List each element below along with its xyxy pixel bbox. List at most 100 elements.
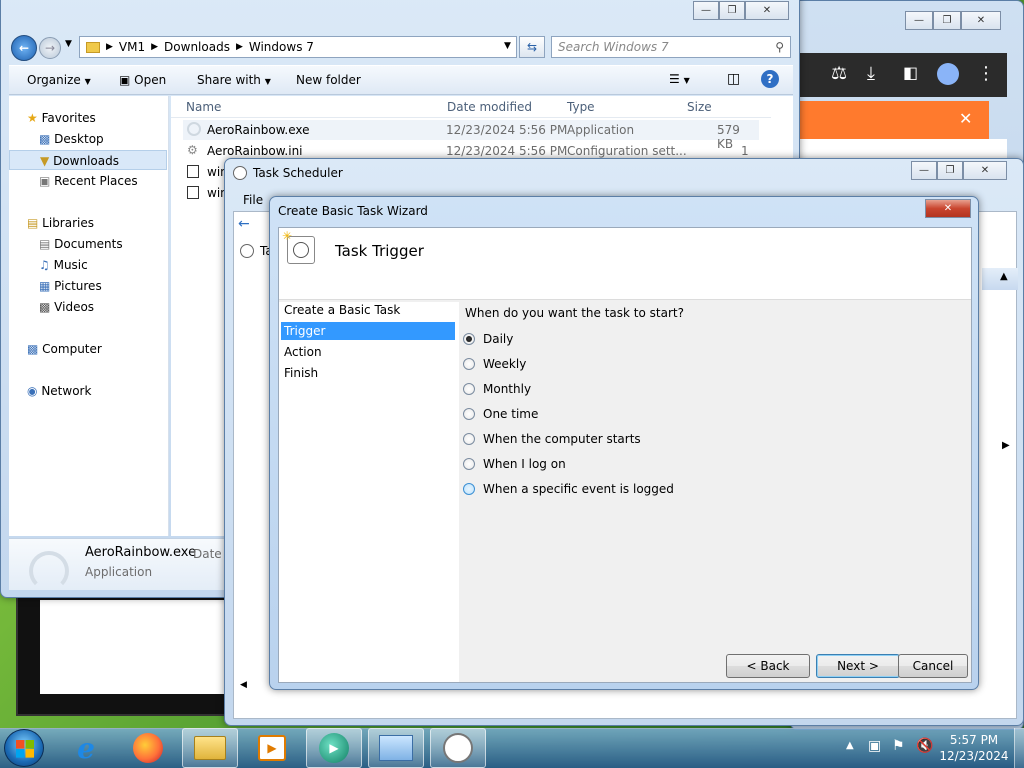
nav-computer[interactable]: ▩ Computer (27, 339, 102, 359)
option-computer-starts[interactable]: When the computer starts (463, 432, 641, 446)
nav-recent-places[interactable]: ▣ Recent Places (39, 171, 138, 191)
firefox-icon[interactable] (120, 728, 176, 768)
column-date-modified[interactable]: Date modified (447, 100, 532, 114)
browser-maximize-button[interactable]: ❐ (933, 11, 961, 30)
collapse-icon[interactable]: ▲ (1000, 271, 1008, 282)
nav-network[interactable]: ◉ Network (27, 381, 91, 401)
step-action: Action (284, 345, 322, 359)
profile-icon[interactable] (937, 63, 959, 85)
history-chevron-icon[interactable]: ▼ (65, 39, 72, 49)
wizard-close-button[interactable]: ✕ (925, 199, 971, 218)
radio-computer-starts[interactable] (463, 433, 475, 445)
option-event-logged[interactable]: When a specific event is logged (463, 482, 674, 496)
nav-label: Music (53, 258, 88, 272)
share-with-button[interactable]: Share with ▼ (197, 73, 271, 87)
column-type[interactable]: Type (567, 100, 595, 114)
nav-pictures[interactable]: ▦ Pictures (39, 276, 102, 296)
nav-label: Favorites (41, 111, 96, 125)
breadcrumb-downloads[interactable]: Downloads (164, 40, 230, 54)
new-folder-button[interactable]: New folder (296, 73, 361, 87)
explorer-close-button[interactable]: ✕ (745, 1, 789, 20)
task-scheduler-title: Task Scheduler (253, 166, 343, 180)
forward-button[interactable]: → (39, 37, 61, 59)
flask-icon[interactable]: ⚖ (831, 63, 847, 84)
option-weekly[interactable]: Weekly (463, 357, 526, 371)
browser-toolbar: ⚖ ⤓ ◧ ⋮ (791, 53, 1007, 97)
radio-weekly[interactable] (463, 358, 475, 370)
nav-desktop[interactable]: ▩ Desktop (39, 129, 104, 149)
nav-label: Videos (54, 300, 95, 314)
control-panel-icon[interactable] (368, 728, 424, 768)
breadcrumb-vm1[interactable]: VM1 (119, 40, 145, 54)
column-name[interactable]: Name (186, 100, 221, 114)
view-options-icon[interactable]: ☰ ▼ (669, 72, 690, 86)
nav-music[interactable]: ♫ Music (39, 255, 88, 275)
radio-monthly[interactable] (463, 383, 475, 395)
cancel-button[interactable]: Cancel (898, 654, 968, 678)
address-bar[interactable]: ▶ VM1 ▶ Downloads ▶ Windows 7 ▼ (79, 36, 517, 58)
action-center-icon[interactable]: ⚑ (892, 738, 905, 754)
address-dropdown-icon[interactable]: ▼ (504, 41, 511, 51)
banner-close-icon[interactable]: ✕ (959, 109, 972, 128)
back-button[interactable]: ← (11, 35, 37, 61)
ts-back-icon[interactable]: ← (238, 216, 250, 232)
show-hidden-icons-icon[interactable]: ▲ (846, 740, 854, 751)
refresh-button[interactable]: ⇆ (519, 36, 545, 58)
search-input[interactable]: Search Windows 7 ⚲ (551, 36, 791, 58)
step-trigger: Trigger (281, 322, 455, 340)
back-button[interactable]: < Back (726, 654, 810, 678)
media-player-icon[interactable]: ▶ (244, 728, 300, 768)
preview-pane-icon[interactable]: ◫ (727, 71, 740, 87)
ie-icon[interactable]: e (58, 728, 114, 768)
next-button[interactable]: Next > (816, 654, 900, 678)
expand-arrow-icon[interactable]: ▶ (1002, 440, 1010, 451)
option-monthly[interactable]: Monthly (463, 382, 531, 396)
table-row[interactable]: AeroRainbow.exe 12/23/2024 5:56 PM Appli… (183, 120, 759, 151)
file-type: Application (567, 123, 635, 137)
nav-videos[interactable]: ▩ Videos (39, 297, 94, 317)
start-button[interactable] (4, 729, 44, 767)
wizard-title: Create Basic Task Wizard (278, 204, 428, 218)
browser-minimize-button[interactable]: — (905, 11, 933, 30)
ts-minimize-button[interactable]: — (911, 161, 937, 180)
radio-event-logged[interactable] (463, 483, 475, 495)
column-size[interactable]: Size (687, 100, 712, 114)
show-desktop-button[interactable] (1014, 728, 1024, 768)
help-icon[interactable]: ? (761, 70, 779, 88)
radio-log-on[interactable] (463, 458, 475, 470)
download-icon[interactable]: ⤓ (867, 63, 875, 84)
task-scheduler-icon[interactable] (430, 728, 486, 768)
clock-date: 12/23/2024 (939, 749, 1009, 763)
ts-close-button[interactable]: ✕ (963, 161, 1007, 180)
option-daily[interactable]: Daily (463, 332, 513, 346)
explorer-maximize-button[interactable]: ❐ (719, 1, 745, 20)
option-log-on[interactable]: When I log on (463, 457, 566, 471)
breadcrumb-sep: ▶ (235, 42, 243, 52)
navigation-pane: ★ Favorites ▩ Desktop ▼ Downloads ▣ Rece… (9, 96, 169, 536)
menu-file[interactable]: File (243, 193, 263, 207)
radio-one-time[interactable] (463, 408, 475, 420)
explorer-minimize-button[interactable]: — (693, 1, 719, 20)
browser-close-button[interactable]: ✕ (961, 11, 1001, 30)
breadcrumb-windows7[interactable]: Windows 7 (249, 40, 314, 54)
breadcrumb-sep: ▶ (151, 42, 159, 52)
wizard-dialog: Create Basic Task Wizard ✕ ✳ Task Trigge… (269, 196, 979, 690)
radio-daily[interactable] (463, 333, 475, 345)
organize-button[interactable]: Organize ▼ (27, 73, 91, 87)
volume-muted-icon[interactable]: 🔇 (916, 738, 933, 754)
open-button[interactable]: ▣ Open (119, 73, 166, 87)
more-menu-icon[interactable]: ⋮ (977, 63, 995, 84)
nav-favorites[interactable]: ★ Favorites (27, 108, 96, 128)
network-tray-icon[interactable]: ▣ (868, 738, 881, 754)
ts-maximize-button[interactable]: ❐ (937, 161, 963, 180)
tree-scroll-left-icon[interactable]: ◀ (240, 680, 247, 690)
explorer-icon[interactable] (182, 728, 238, 768)
media-center-icon[interactable]: ▶ (306, 728, 362, 768)
option-one-time[interactable]: One time (463, 407, 538, 421)
sidebar-icon[interactable]: ◧ (903, 63, 918, 82)
nav-libraries[interactable]: ▤ Libraries (27, 213, 94, 233)
clock[interactable]: 5:57 PM 12/23/2024 (936, 732, 1012, 764)
nav-documents[interactable]: ▤ Documents (39, 234, 123, 254)
nav-downloads[interactable]: ▼ Downloads (9, 150, 167, 170)
clock-time: 5:57 PM (949, 733, 999, 747)
